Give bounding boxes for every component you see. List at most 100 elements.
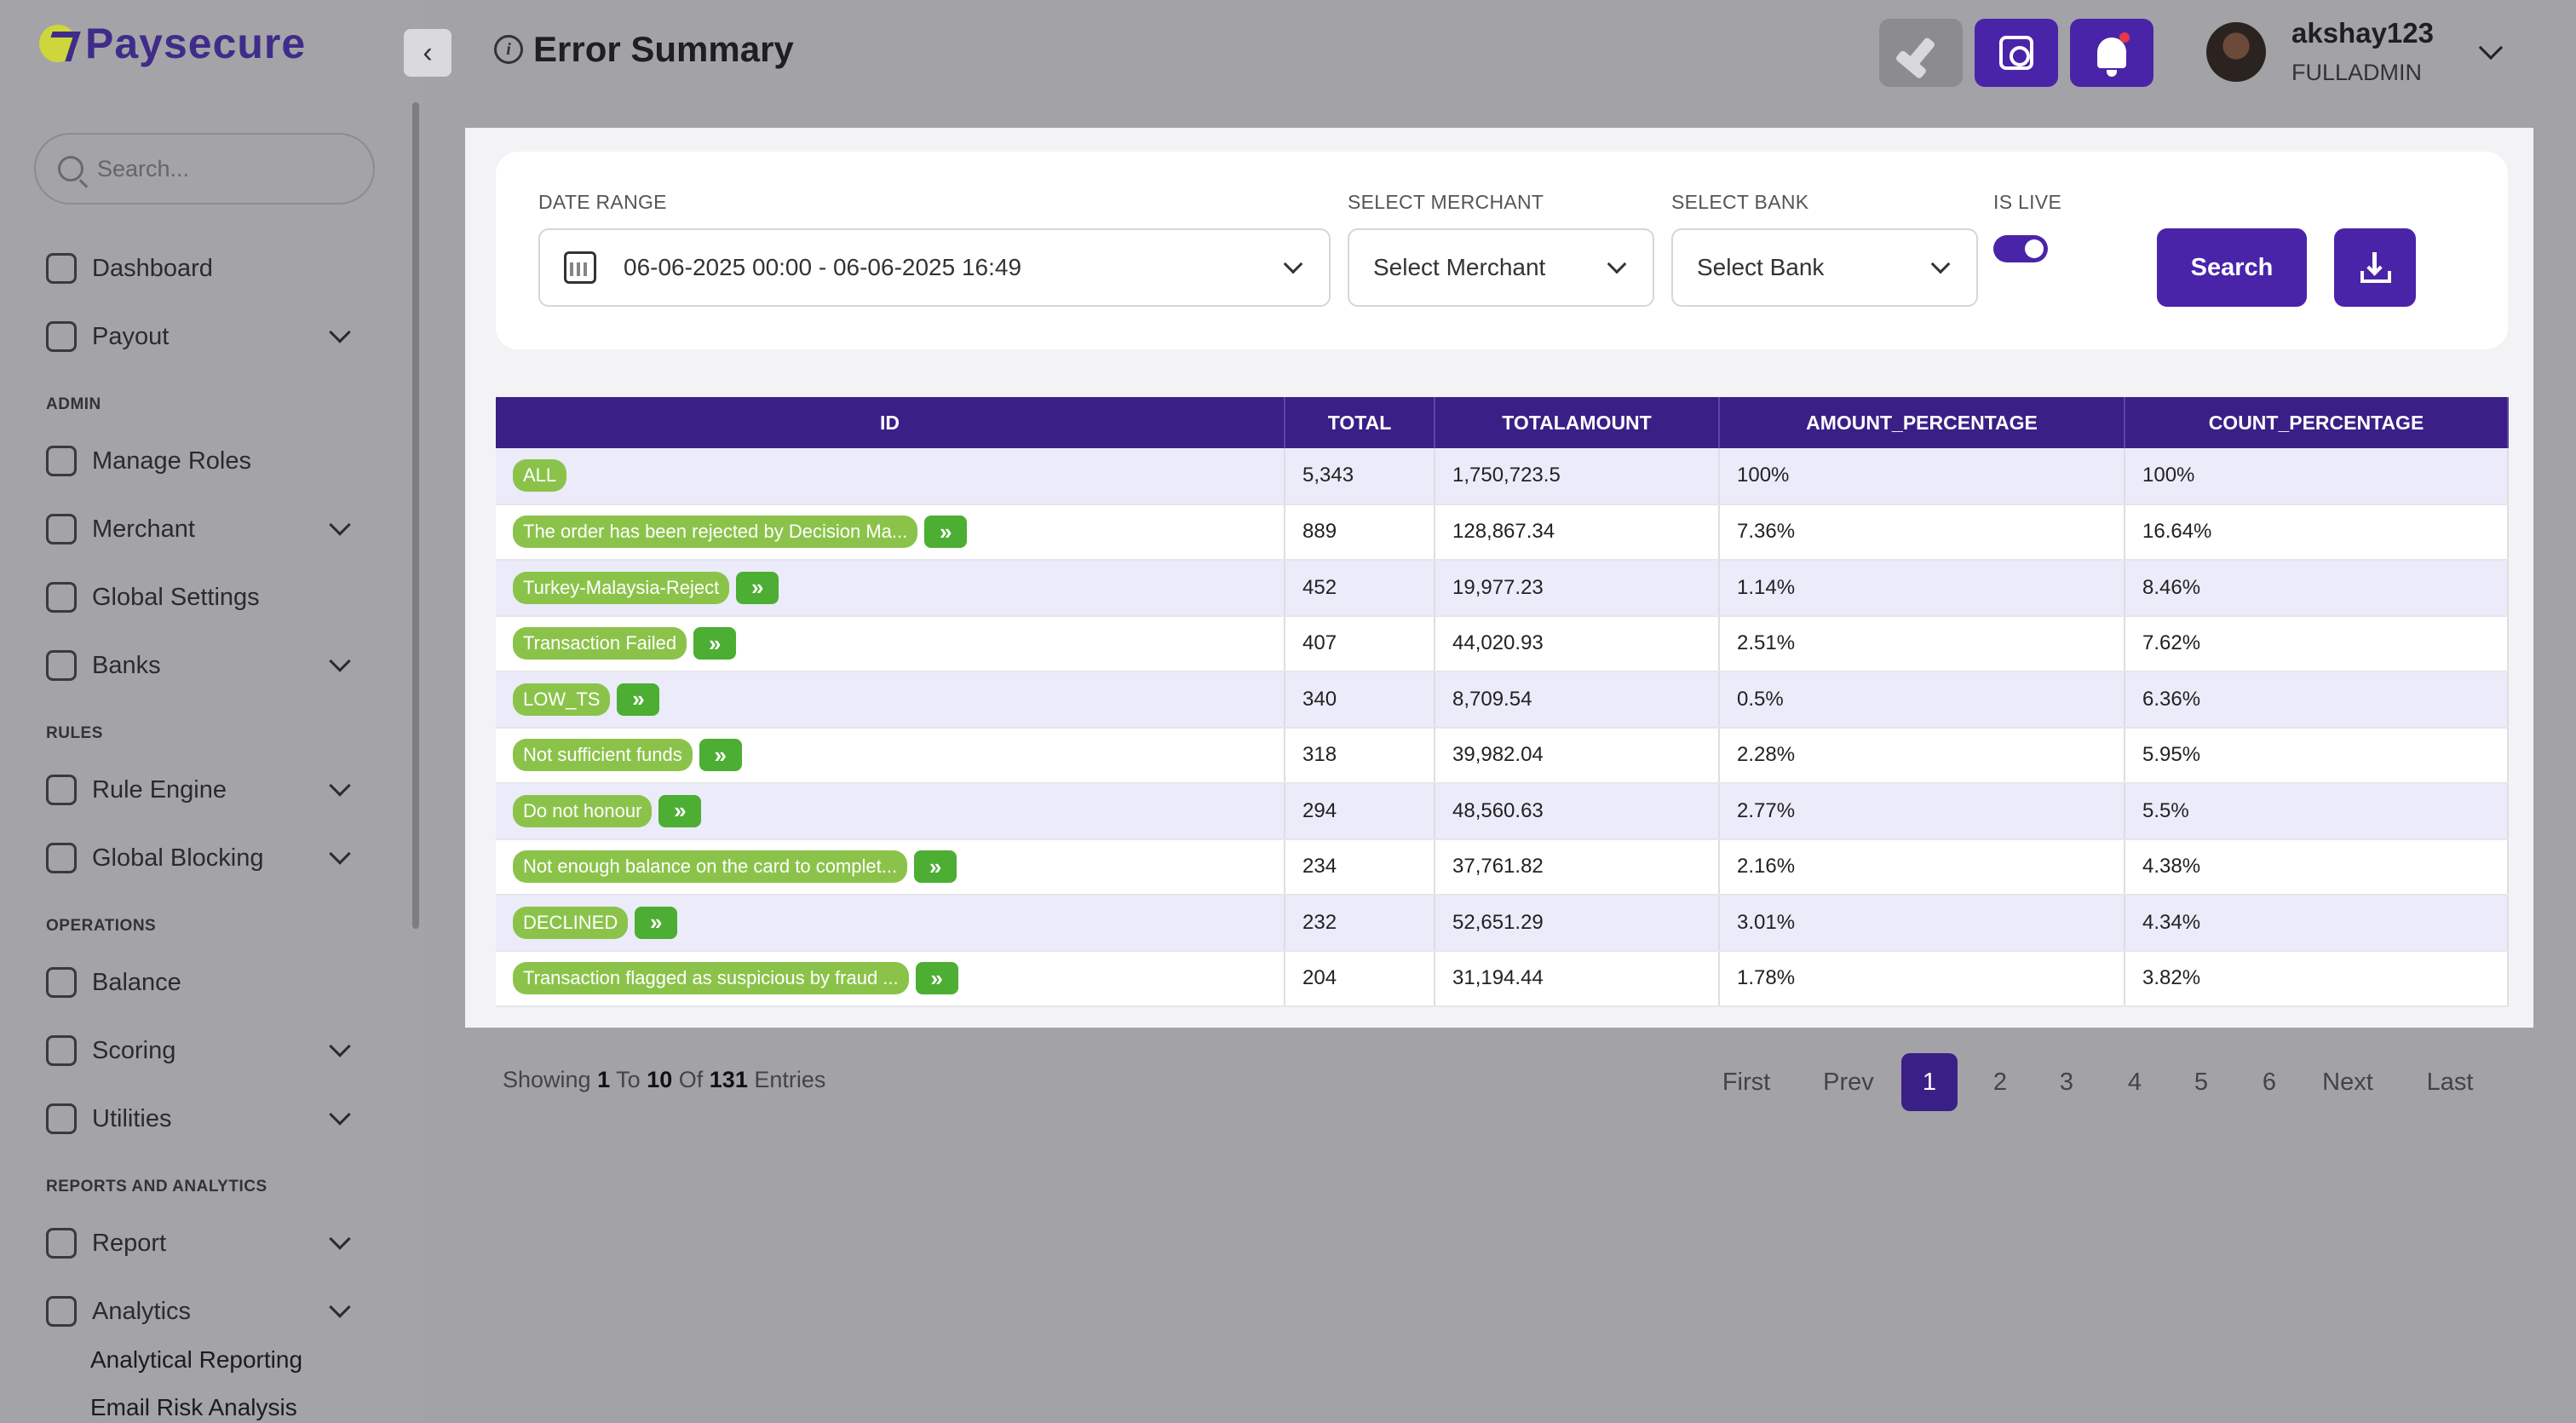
total-cell: 407 — [1285, 615, 1435, 672]
global-blocking-icon — [46, 843, 77, 873]
bank-select[interactable]: Select Bank — [1671, 228, 1978, 307]
total-amount-cell: 52,651.29 — [1435, 895, 1720, 952]
sidebar-subitem-email-risk-analysis[interactable]: Email Risk Analysis — [90, 1394, 297, 1421]
column-header[interactable]: TOTAL — [1285, 397, 1435, 448]
column-header[interactable]: ID — [496, 397, 1285, 448]
chevron-down-icon — [329, 1296, 351, 1318]
pagination-last[interactable]: Last — [2416, 1053, 2484, 1111]
sidebar-collapse-button[interactable]: ‹ — [404, 29, 451, 77]
sidebar-item-dashboard[interactable]: Dashboard — [46, 247, 353, 290]
drill-down-button[interactable]: » — [617, 683, 660, 716]
sidebar-item-report[interactable]: Report — [46, 1222, 353, 1265]
clear-cache-button[interactable] — [1879, 19, 1963, 87]
user-menu-chevron-icon[interactable] — [2478, 35, 2504, 60]
id-cell: The order has been rejected by Decision … — [496, 504, 1285, 561]
rule-engine-icon — [46, 775, 77, 805]
drill-down-button[interactable]: » — [699, 739, 742, 772]
pagination-page-3[interactable]: 3 — [2044, 1053, 2089, 1111]
chevron-down-icon — [329, 1103, 351, 1126]
id-cell: Not sufficient funds» — [496, 727, 1285, 784]
sidebar-item-label: Scoring — [92, 1036, 176, 1064]
screenshot-button[interactable] — [1975, 19, 2058, 87]
brand-logo[interactable]: Paysecure — [39, 19, 306, 68]
avatar[interactable] — [2206, 22, 2266, 82]
drill-down-button[interactable]: » — [914, 850, 957, 884]
sidebar-item-balance[interactable]: Balance — [46, 961, 353, 1004]
drill-down-button[interactable]: » — [736, 571, 779, 604]
sidebar-item-banks[interactable]: Banks — [46, 644, 353, 687]
sidebar-item-scoring[interactable]: Scoring — [46, 1029, 353, 1072]
magic-wand-icon — [46, 1103, 77, 1134]
pagination-page-5[interactable]: 5 — [2179, 1053, 2223, 1111]
scoring-icon — [46, 1035, 77, 1066]
sidebar-item-label: Manage Roles — [92, 446, 251, 475]
amount-percentage-cell: 1.78% — [1719, 950, 2125, 1007]
chevron-down-icon — [329, 1035, 351, 1057]
pagination-page-2[interactable]: 2 — [1978, 1053, 2022, 1111]
chevron-down-icon — [329, 1228, 351, 1250]
is-live-toggle[interactable] — [1993, 235, 2048, 262]
sidebar-item-utilities[interactable]: Utilities — [46, 1097, 353, 1140]
count-percentage-cell: 100% — [2125, 448, 2509, 505]
id-cell: Transaction Failed» — [496, 615, 1285, 672]
bar-chart-icon — [46, 1296, 77, 1327]
drill-down-button[interactable]: » — [635, 906, 678, 939]
sidebar-item-manage-roles[interactable]: Manage Roles — [46, 440, 353, 482]
id-cell: Transaction flagged as suspicious by fra… — [496, 950, 1285, 1007]
entries-from: 1 — [597, 1067, 611, 1092]
sidebar-item-label: Global Blocking — [92, 844, 264, 872]
is-live-label: IS LIVE — [1993, 191, 2062, 213]
sidebar-item-label: Dashboard — [92, 254, 213, 282]
amount-percentage-cell: 7.36% — [1719, 504, 2125, 561]
entries-text: To — [616, 1067, 641, 1092]
column-header[interactable]: AMOUNT_PERCENTAGE — [1719, 397, 2125, 448]
total-amount-cell: 1,750,723.5 — [1435, 448, 1720, 505]
sidebar-search[interactable] — [34, 133, 375, 205]
pagination-page-1[interactable]: 1 — [1901, 1053, 1958, 1111]
total-cell: 234 — [1285, 838, 1435, 896]
sidebar-item-rule-engine[interactable]: Rule Engine — [46, 769, 353, 811]
search-button[interactable]: Search — [2157, 228, 2307, 307]
date-range-picker[interactable]: 06-06-2025 00:00 - 06-06-2025 16:49 — [538, 228, 1331, 307]
sidebar-item-label: Utilities — [92, 1104, 172, 1132]
column-header[interactable]: TOTALAMOUNT — [1435, 397, 1720, 448]
sidebar-subitem-analytical-reporting[interactable]: Analytical Reporting — [90, 1346, 302, 1374]
pagination-page-4[interactable]: 4 — [2113, 1053, 2157, 1111]
amount-percentage-cell: 2.16% — [1719, 838, 2125, 896]
search-icon — [58, 156, 83, 181]
pagination-first[interactable]: First — [1712, 1053, 1780, 1111]
total-amount-cell: 19,977.23 — [1435, 560, 1720, 617]
sidebar-search-input[interactable] — [97, 155, 336, 182]
download-button[interactable] — [2334, 228, 2416, 307]
sidebar-item-global-blocking[interactable]: Global Blocking — [46, 837, 353, 879]
sidebar-item-payout[interactable]: Payout — [46, 315, 353, 358]
sidebar-scrollbar[interactable] — [412, 102, 419, 929]
count-percentage-cell: 4.38% — [2125, 838, 2509, 896]
page-title: Error Summary — [533, 29, 794, 69]
amount-percentage-cell: 0.5% — [1719, 671, 2125, 729]
calendar-icon — [564, 251, 596, 284]
sidebar-item-global-settings[interactable]: Global Settings — [46, 576, 353, 619]
pagination-page-6[interactable]: 6 — [2247, 1053, 2291, 1111]
column-header[interactable]: COUNT_PERCENTAGE — [2125, 397, 2509, 448]
sidebar-item-analytics[interactable]: Analytics — [46, 1290, 353, 1333]
id-cell: ALL — [496, 448, 1285, 505]
merchant-select[interactable]: Select Merchant — [1348, 228, 1654, 307]
drill-down-button[interactable]: » — [693, 627, 737, 660]
payout-icon — [46, 321, 77, 352]
entries-text: Entries — [754, 1067, 826, 1092]
total-cell: 5,343 — [1285, 448, 1435, 505]
info-icon[interactable]: i — [494, 35, 523, 64]
date-range-value: 06-06-2025 00:00 - 06-06-2025 16:49 — [624, 254, 1022, 280]
sidebar-item-merchant[interactable]: Merchant — [46, 508, 353, 550]
chevron-down-icon — [329, 650, 351, 672]
drill-down-button[interactable]: » — [915, 962, 958, 995]
notifications-button[interactable] — [2070, 19, 2153, 87]
drill-down-button[interactable]: » — [658, 794, 702, 827]
pagination-prev[interactable]: Prev — [1814, 1053, 1883, 1111]
pagination-next[interactable]: Next — [2314, 1053, 2382, 1111]
drill-down-button[interactable]: » — [924, 516, 968, 549]
entries-to: 10 — [647, 1067, 673, 1092]
dashboard-icon — [46, 253, 77, 284]
section-label-operations: OPERATIONS — [46, 917, 157, 935]
